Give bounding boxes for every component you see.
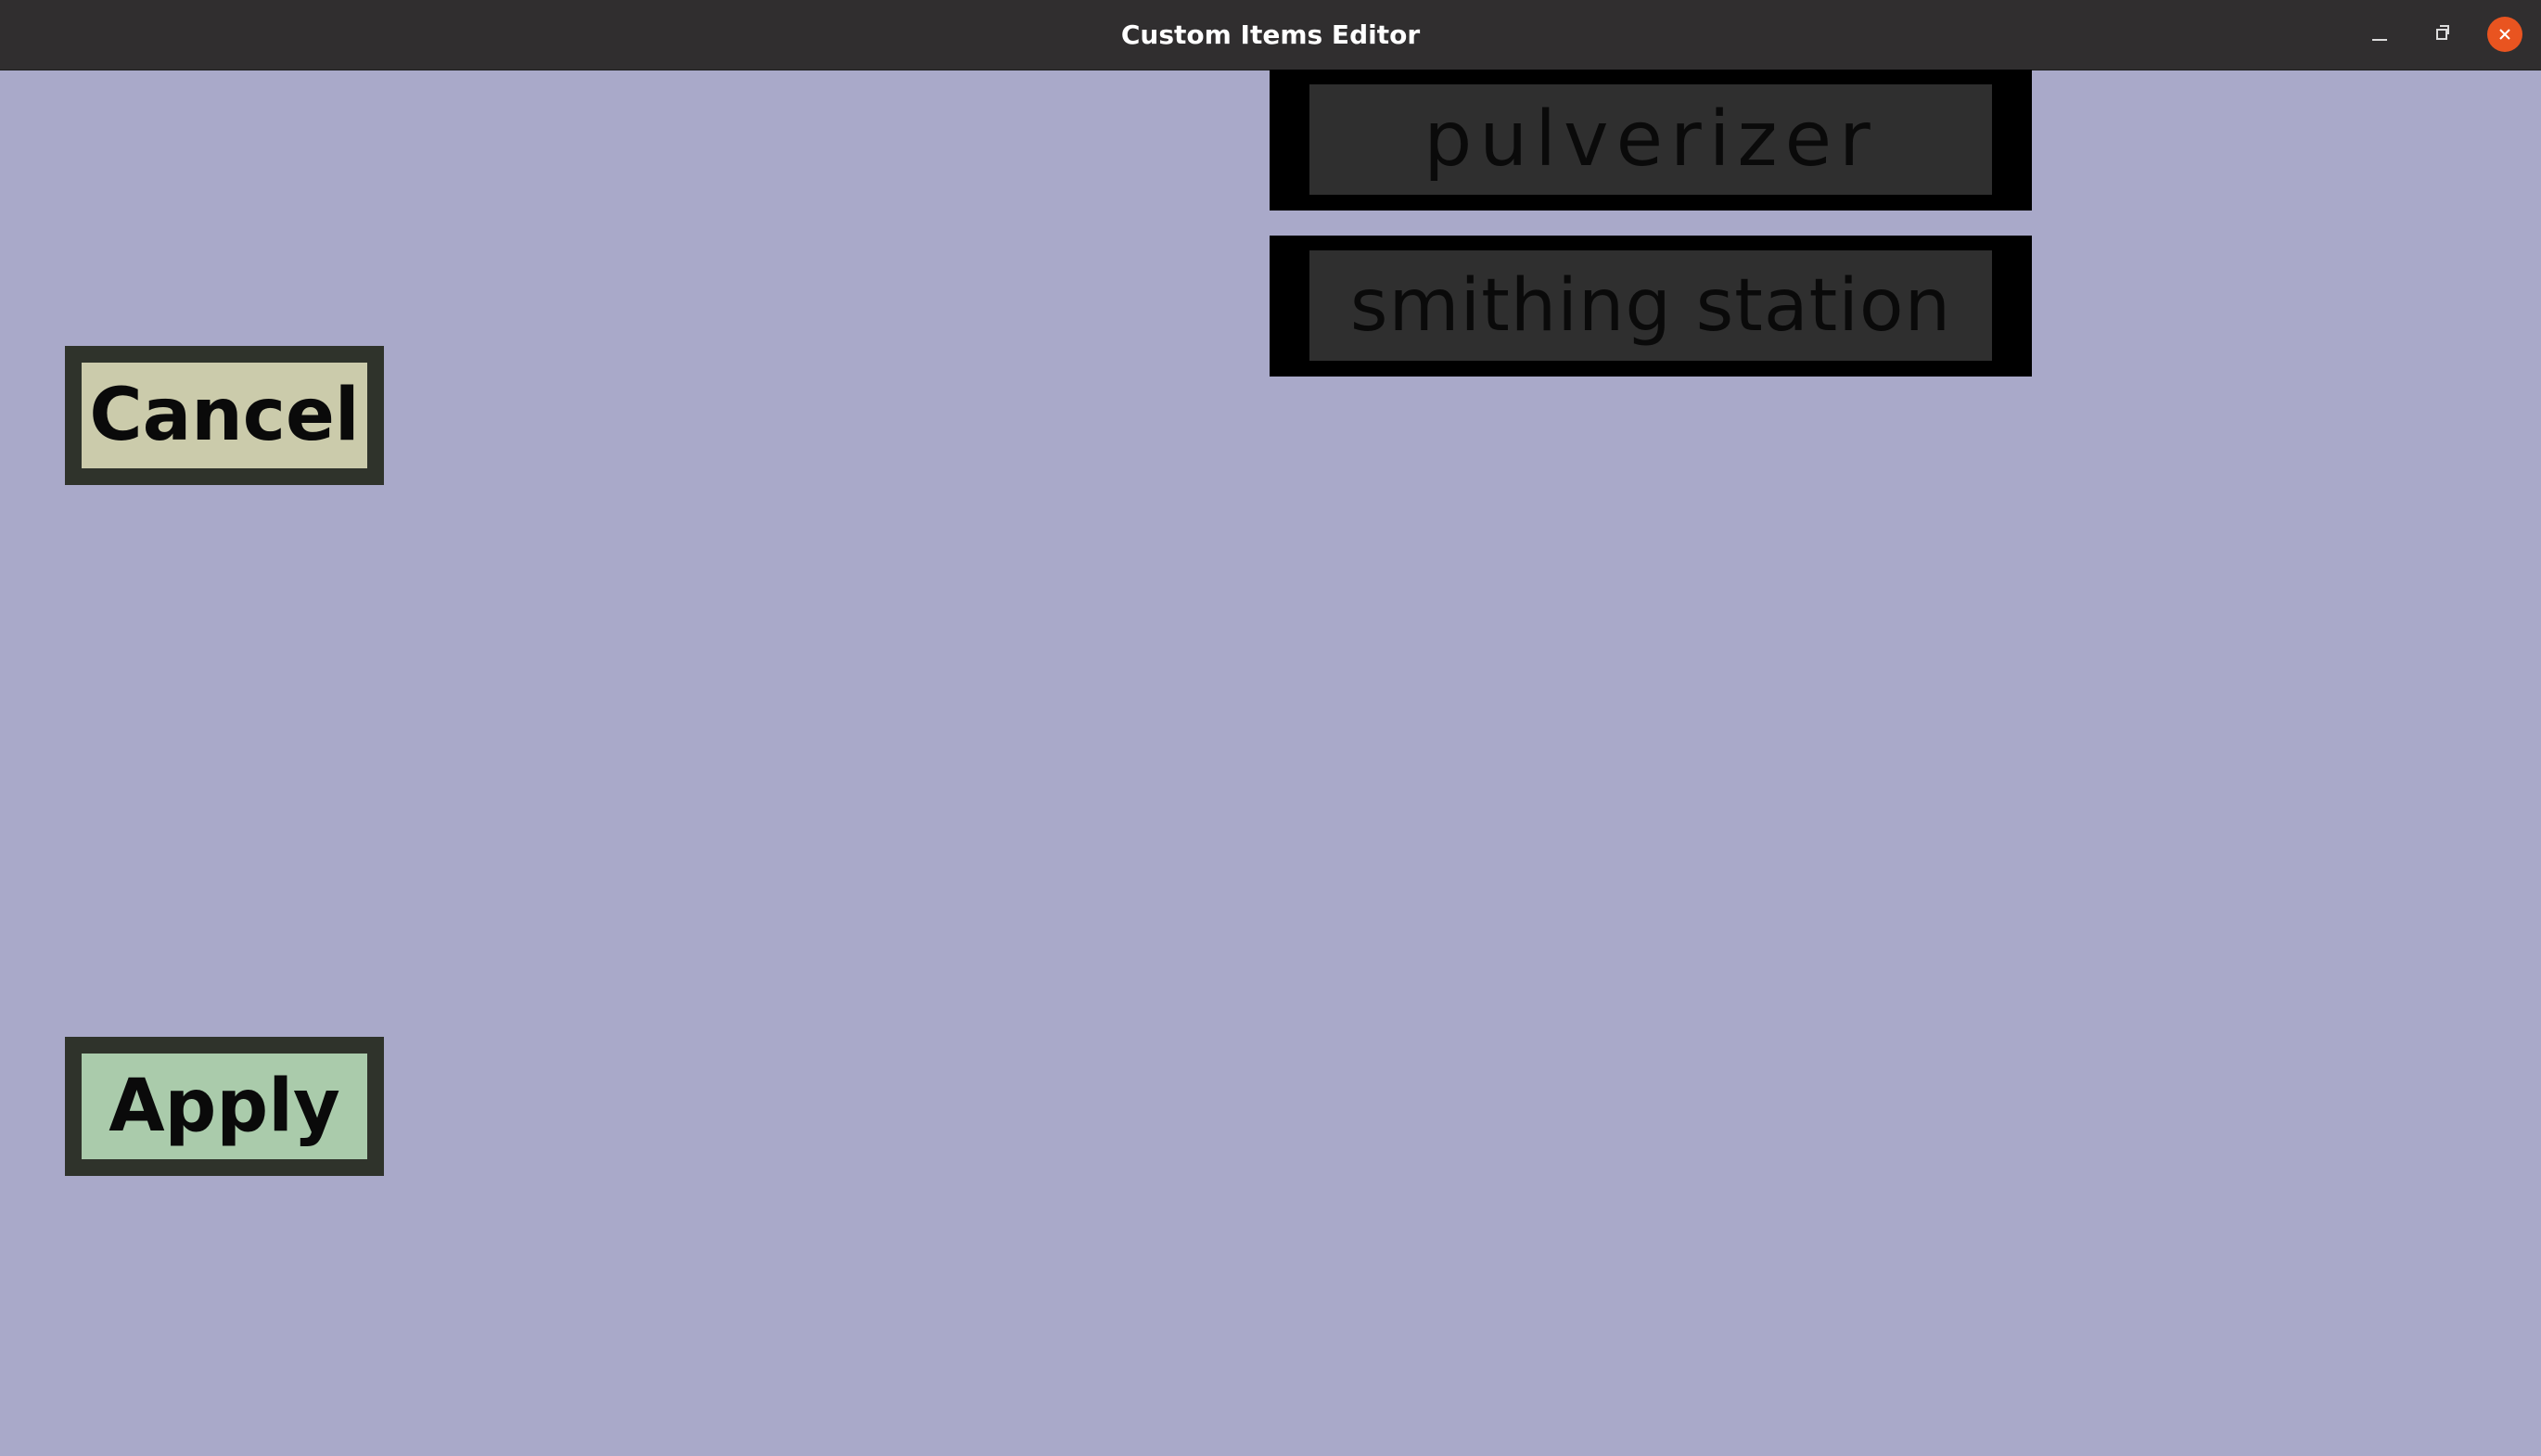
maximize-button[interactable]	[2424, 17, 2459, 52]
minimize-icon	[2372, 39, 2387, 41]
minimize-button[interactable]	[2362, 17, 2397, 52]
close-button[interactable]	[2487, 17, 2522, 52]
title-bar[interactable]: Custom Items Editor	[0, 0, 2541, 70]
window-title: Custom Items Editor	[1120, 19, 1421, 50]
apply-button-label: Apply	[82, 1054, 367, 1159]
apply-button[interactable]: Apply	[65, 1037, 384, 1176]
item-button-smithing-station[interactable]: smithing station	[1270, 236, 2032, 377]
item-label: pulverizer	[1309, 84, 1992, 195]
app-window: Custom Items Editor pulverizer smithing …	[0, 0, 2541, 1456]
close-icon	[2499, 29, 2510, 40]
cancel-button-label: Cancel	[82, 363, 367, 468]
cancel-button[interactable]: Cancel	[65, 346, 384, 485]
item-label: smithing station	[1309, 250, 1992, 361]
restore-icon	[2436, 25, 2449, 40]
item-button-pulverizer[interactable]: pulverizer	[1270, 70, 2032, 211]
